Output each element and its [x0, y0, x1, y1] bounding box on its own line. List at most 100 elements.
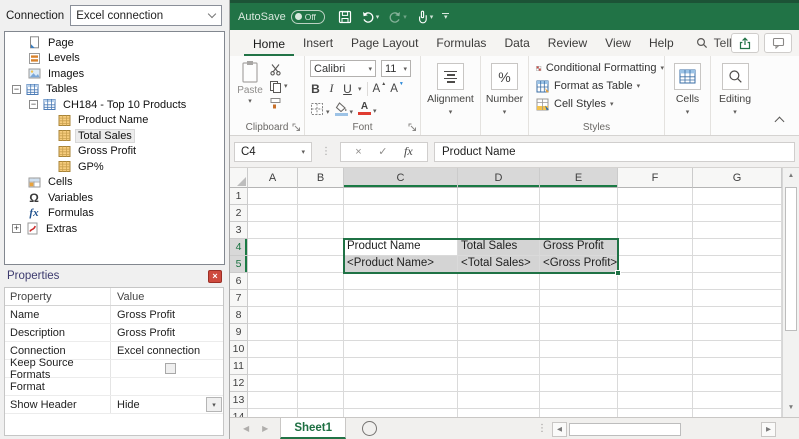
- cell-A6[interactable]: [248, 273, 298, 290]
- cell-G11[interactable]: [693, 358, 782, 375]
- decrease-font-size-button[interactable]: A ▼: [390, 81, 404, 95]
- cell-G7[interactable]: [693, 290, 782, 307]
- name-box[interactable]: C4 ▾: [234, 141, 312, 162]
- scroll-left-icon[interactable]: ◀: [552, 421, 567, 437]
- cell-F14[interactable]: [618, 409, 693, 417]
- cell-A9[interactable]: [248, 324, 298, 341]
- alignment-group[interactable]: Alignment ▾: [421, 56, 481, 135]
- cell-A7[interactable]: [248, 290, 298, 307]
- cell-A13[interactable]: [248, 392, 298, 409]
- cell-B3[interactable]: [298, 222, 344, 239]
- cell-B4[interactable]: [298, 239, 344, 256]
- cells-group[interactable]: Cells ▾: [665, 56, 711, 135]
- increase-font-size-button[interactable]: A ▲: [373, 81, 387, 95]
- cell-A1[interactable]: [248, 188, 298, 205]
- horizontal-scrollbar[interactable]: ◀ ▶: [552, 421, 776, 437]
- cell-C9[interactable]: [344, 324, 458, 341]
- cell-C12[interactable]: [344, 375, 458, 392]
- cell-D9[interactable]: [458, 324, 540, 341]
- property-row-format[interactable]: Format: [5, 378, 223, 396]
- tree-item-gp-percent[interactable]: GP%: [5, 159, 224, 175]
- cell-F4[interactable]: [618, 239, 693, 256]
- cell-D10[interactable]: [458, 341, 540, 358]
- cell-D2[interactable]: [458, 205, 540, 222]
- cell-B6[interactable]: [298, 273, 344, 290]
- cell-F9[interactable]: [618, 324, 693, 341]
- cell-A14[interactable]: [248, 409, 298, 417]
- tab-view[interactable]: View: [596, 31, 640, 56]
- cut-button[interactable]: [269, 62, 288, 76]
- customize-quick-access-button[interactable]: ▾: [442, 12, 450, 21]
- column-header-D[interactable]: D: [458, 168, 540, 188]
- collapse-icon[interactable]: −: [12, 84, 21, 94]
- cell-G12[interactable]: [693, 375, 782, 392]
- comments-button[interactable]: [764, 33, 792, 53]
- cell-F10[interactable]: [618, 341, 693, 358]
- row-header-10[interactable]: 10: [230, 341, 248, 358]
- tree-item-variables[interactable]: Ω Variables: [5, 190, 224, 206]
- tab-page-layout[interactable]: Page Layout: [342, 31, 427, 56]
- row-header-1[interactable]: 1: [230, 188, 248, 205]
- cell-E6[interactable]: [540, 273, 618, 290]
- cell-A2[interactable]: [248, 205, 298, 222]
- cell-B5[interactable]: [298, 256, 344, 273]
- tree-item-images[interactable]: Images: [5, 66, 224, 82]
- tree-item-tables[interactable]: − Tables: [5, 82, 224, 98]
- cell-D6[interactable]: [458, 273, 540, 290]
- cell-C3[interactable]: [344, 222, 458, 239]
- cell-B2[interactable]: [298, 205, 344, 222]
- cell-G6[interactable]: [693, 273, 782, 290]
- vertical-scrollbar[interactable]: ▲ ▼: [782, 168, 799, 417]
- row-header-12[interactable]: 12: [230, 375, 248, 392]
- cell-D7[interactable]: [458, 290, 540, 307]
- save-button[interactable]: [338, 10, 352, 24]
- cell-C5[interactable]: <Product Name>: [344, 256, 458, 273]
- property-row-show-header[interactable]: Show Header Hide ▾: [5, 396, 223, 414]
- tab-review[interactable]: Review: [539, 31, 596, 56]
- show-header-dropdown-button[interactable]: ▾: [206, 397, 222, 412]
- new-sheet-button[interactable]: [362, 421, 378, 436]
- cell-A4[interactable]: [248, 239, 298, 256]
- row-header-3[interactable]: 3: [230, 222, 248, 239]
- vertical-scroll-thumb[interactable]: [785, 187, 797, 331]
- expand-icon[interactable]: +: [12, 224, 21, 234]
- enter-icon[interactable]: ✓: [378, 145, 387, 158]
- cell-G14[interactable]: [693, 409, 782, 417]
- collapse-ribbon-icon[interactable]: [774, 116, 785, 127]
- underline-dropdown-icon[interactable]: ▾: [358, 85, 362, 93]
- fill-color-button[interactable]: ▾: [334, 101, 353, 116]
- row-header-9[interactable]: 9: [230, 324, 248, 341]
- scroll-up-icon[interactable]: ▲: [783, 168, 799, 183]
- tree-item-ch184-table[interactable]: − CH184 - Top 10 Products: [5, 97, 224, 113]
- cell-F5[interactable]: [618, 256, 693, 273]
- undo-button[interactable]: ▾: [361, 10, 379, 24]
- tab-home[interactable]: Home: [244, 32, 295, 56]
- cell-A3[interactable]: [248, 222, 298, 239]
- column-header-B[interactable]: B: [298, 168, 344, 188]
- column-header-F[interactable]: F: [618, 168, 693, 188]
- tree-item-cells[interactable]: Cells: [5, 175, 224, 191]
- cell-A11[interactable]: [248, 358, 298, 375]
- cell-E1[interactable]: [540, 188, 618, 205]
- row-header-7[interactable]: 7: [230, 290, 248, 307]
- cell-B11[interactable]: [298, 358, 344, 375]
- cell-E12[interactable]: [540, 375, 618, 392]
- cell-G9[interactable]: [693, 324, 782, 341]
- tab-formulas[interactable]: Formulas: [427, 31, 495, 56]
- cell-G1[interactable]: [693, 188, 782, 205]
- cell-A5[interactable]: [248, 256, 298, 273]
- font-color-button[interactable]: A ▾: [358, 102, 377, 115]
- cell-C6[interactable]: [344, 273, 458, 290]
- scroll-down-icon[interactable]: ▼: [783, 400, 799, 415]
- row-header-4[interactable]: 4: [230, 239, 248, 256]
- cell-C8[interactable]: [344, 307, 458, 324]
- editing-group[interactable]: Editing ▾: [711, 56, 759, 135]
- column-header-E[interactable]: E: [540, 168, 618, 188]
- row-header-8[interactable]: 8: [230, 307, 248, 324]
- cell-D5[interactable]: <Total Sales>: [458, 256, 540, 273]
- cell-D8[interactable]: [458, 307, 540, 324]
- conditional-formatting-button[interactable]: Conditional Formatting ▾: [536, 61, 664, 75]
- cell-F12[interactable]: [618, 375, 693, 392]
- row-header-13[interactable]: 13: [230, 392, 248, 409]
- row-header-14[interactable]: 14: [230, 409, 248, 417]
